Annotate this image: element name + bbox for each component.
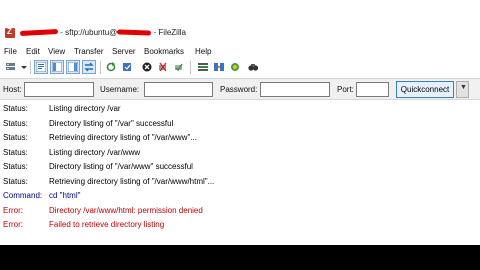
menu-view[interactable]: View [48, 47, 65, 56]
redacted-host [19, 29, 59, 37]
log-message: Directory /var/www/html: permission deni… [49, 206, 203, 215]
host-label: Host: [3, 85, 22, 94]
log-type: Status: [3, 177, 28, 186]
filter-icon [198, 63, 208, 71]
log-message: Directory listing of "/var/www" successf… [49, 162, 193, 171]
menu-transfer[interactable]: Transfer [74, 47, 104, 56]
search-icon [248, 64, 258, 71]
toggle-transfer-queue-icon [84, 62, 94, 72]
toggle-remote-tree-icon [68, 62, 78, 72]
letterbox-bar [0, 245, 480, 270]
log-type: Status: [3, 148, 28, 157]
refresh-button[interactable] [104, 60, 118, 74]
log-message: Failed to retrieve directory listing [49, 220, 165, 229]
filter-button[interactable] [196, 60, 210, 74]
log-message: cd "html" [49, 191, 81, 200]
toolbar-separator [30, 61, 31, 74]
port-label: Port: [337, 85, 354, 94]
toolbar [0, 59, 480, 77]
site-manager-dropdown[interactable] [18, 60, 27, 74]
toggle-local-tree-button[interactable] [50, 60, 64, 74]
disconnect-button[interactable] [156, 60, 170, 74]
menu-bookmarks[interactable]: Bookmarks [144, 47, 184, 56]
toggle-remote-tree-button[interactable] [66, 60, 80, 74]
process-queue-button[interactable] [120, 60, 134, 74]
process-queue-icon [123, 63, 131, 71]
cancel-button[interactable] [140, 60, 154, 74]
message-log[interactable]: Status: Listing directory /var Status: D… [0, 101, 480, 245]
log-message: Listing directory /var [49, 104, 121, 113]
redacted-address [117, 29, 152, 36]
log-message: Directory listing of "/var" successful [49, 119, 174, 128]
log-type: Error: [3, 206, 23, 215]
compare-button[interactable] [212, 60, 226, 74]
refresh-icon [106, 62, 116, 72]
log-type: Status: [3, 119, 28, 128]
log-type: Status: [3, 162, 28, 171]
quickconnect-bar: Host: Username: Password: Port: Quickcon… [0, 78, 480, 100]
toolbar-separator [190, 61, 191, 74]
reconnect-icon [175, 63, 183, 72]
toggle-message-log-button[interactable] [34, 60, 48, 74]
cancel-icon [142, 62, 152, 72]
disconnect-icon [159, 62, 167, 72]
quickconnect-history-dropdown[interactable]: ▼ [456, 81, 469, 98]
site-manager-button[interactable] [4, 60, 18, 74]
search-button[interactable] [246, 60, 260, 74]
port-input[interactable] [356, 82, 389, 97]
menu-file[interactable]: File [4, 47, 17, 56]
log-message: Listing directory /var/www [49, 148, 141, 157]
toggle-transfer-queue-button[interactable] [82, 60, 96, 74]
filezilla-window: Z - sftp://ubuntu@ - FileZilla File Edit… [0, 0, 480, 245]
reconnect-button[interactable] [172, 60, 186, 74]
chevron-down-icon [21, 66, 27, 69]
log-type: Status: [3, 104, 28, 113]
sync-browse-button[interactable] [228, 60, 242, 74]
password-input[interactable] [260, 82, 330, 97]
filezilla-logo-icon: Z [5, 27, 15, 38]
site-manager-icon [6, 63, 15, 70]
menu-bar: File Edit View Transfer Server Bookmarks… [0, 46, 480, 58]
log-type: Status: [3, 133, 28, 142]
menu-edit[interactable]: Edit [26, 47, 40, 56]
toggle-message-log-icon [36, 62, 46, 72]
username-label: Username: [100, 85, 140, 94]
log-message: Retrieving directory listing of "/var/ww… [49, 177, 215, 186]
sync-browse-icon [231, 63, 239, 71]
log-message: Retrieving directory listing of "/var/ww… [49, 133, 197, 142]
menu-help[interactable]: Help [195, 47, 211, 56]
password-label: Password: [220, 85, 258, 94]
quickconnect-button[interactable]: Quickconnect [396, 81, 454, 98]
title-bar: Z - sftp://ubuntu@ - FileZilla [0, 0, 480, 40]
log-type: Error: [3, 220, 23, 229]
host-input[interactable] [24, 82, 94, 97]
toggle-local-tree-icon [52, 62, 62, 72]
log-type: Command: [3, 191, 43, 200]
chevron-down-icon: ▼ [460, 84, 467, 91]
compare-icon [214, 63, 224, 71]
title-app-name: - FileZilla [153, 28, 186, 37]
toolbar-separator [100, 61, 101, 74]
username-input[interactable] [144, 82, 213, 97]
title-protocol: - sftp://ubuntu@ [60, 28, 118, 37]
menu-server[interactable]: Server [112, 47, 136, 56]
window-title: - sftp://ubuntu@ - FileZilla [19, 28, 240, 40]
